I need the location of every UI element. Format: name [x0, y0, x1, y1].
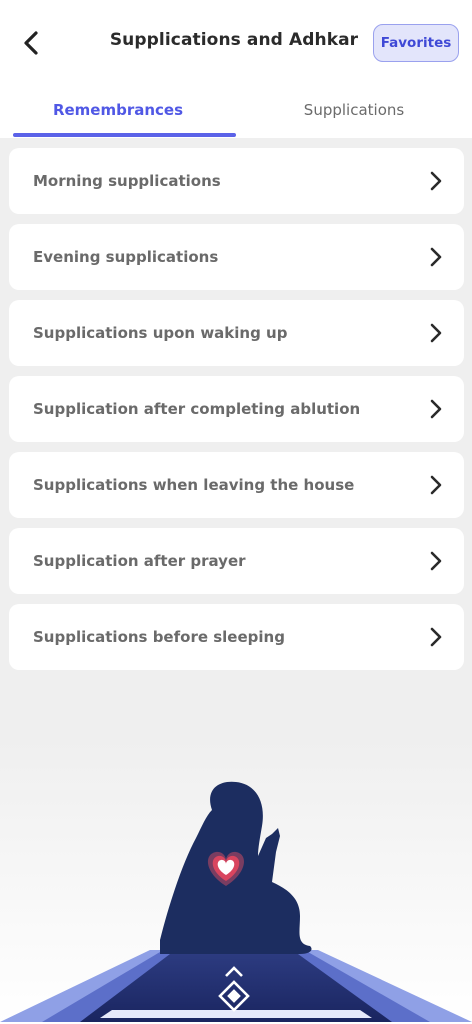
list-item-leaving-house[interactable]: Supplications when leaving the house [9, 452, 464, 518]
tab-bar: Remembrances Supplications [0, 88, 472, 138]
list-item-label: Supplications upon waking up [33, 324, 288, 342]
list-item-label: Supplications before sleeping [33, 628, 285, 646]
tab-supplications[interactable]: Supplications [236, 88, 472, 138]
list-item-morning[interactable]: Morning supplications [9, 148, 464, 214]
praying-woman-illustration [0, 740, 472, 1024]
list-item-waking-up[interactable]: Supplications upon waking up [9, 300, 464, 366]
chevron-right-icon [428, 550, 444, 572]
app-header: Supplications and Adhkar Favorites [0, 0, 472, 88]
chevron-right-icon [428, 626, 444, 648]
list-item-label: Supplications when leaving the house [33, 476, 355, 494]
chevron-right-icon [428, 398, 444, 420]
list-item-after-ablution[interactable]: Supplication after completing ablution [9, 376, 464, 442]
list-item-label: Evening supplications [33, 248, 219, 266]
list-item-before-sleeping[interactable]: Supplications before sleeping [9, 604, 464, 670]
supplication-list: Morning supplications Evening supplicati… [9, 148, 464, 680]
chevron-right-icon [428, 474, 444, 496]
tab-remembrances[interactable]: Remembrances [0, 88, 236, 138]
active-tab-indicator [13, 133, 236, 137]
favorites-button[interactable]: Favorites [373, 24, 459, 62]
chevron-right-icon [428, 246, 444, 268]
chevron-right-icon [428, 170, 444, 192]
list-item-evening[interactable]: Evening supplications [9, 224, 464, 290]
chevron-right-icon [428, 322, 444, 344]
list-item-after-prayer[interactable]: Supplication after prayer [9, 528, 464, 594]
list-item-label: Morning supplications [33, 172, 221, 190]
list-item-label: Supplication after completing ablution [33, 400, 361, 418]
list-item-label: Supplication after prayer [33, 552, 246, 570]
